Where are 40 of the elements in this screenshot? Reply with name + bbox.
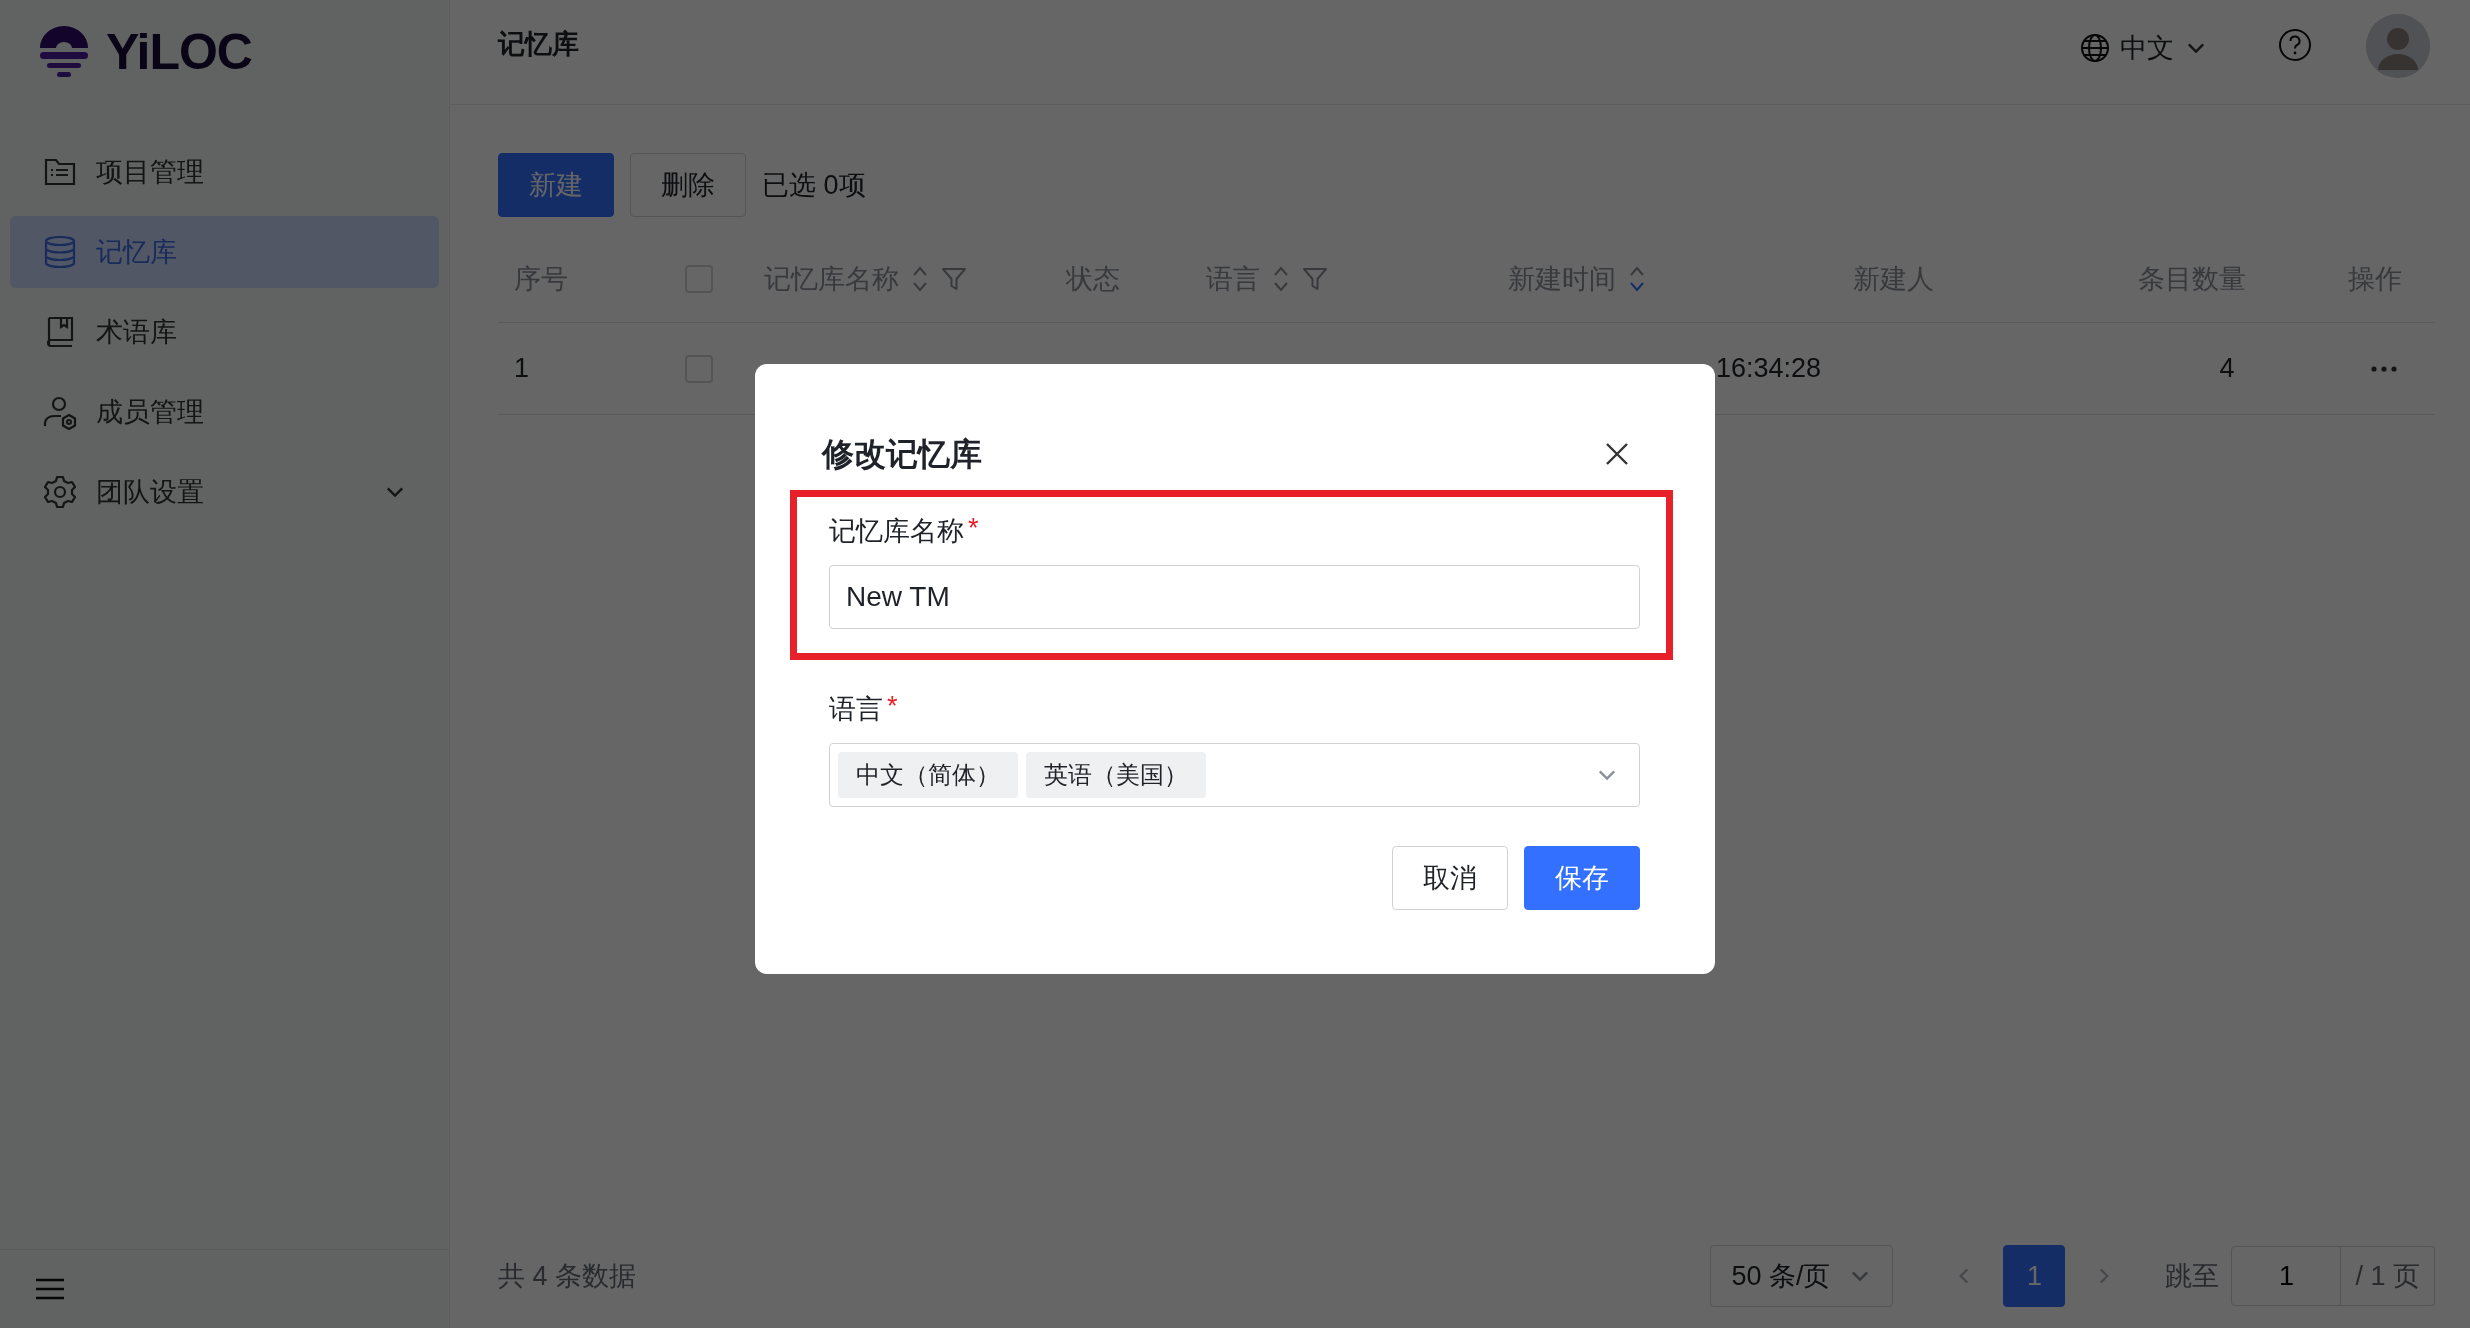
page-title: 记忆库 [498, 28, 580, 61]
selection-count: 已选 0项 [762, 169, 866, 202]
field-label: 记忆库名称 [829, 515, 964, 548]
language-selector[interactable]: 中文 [2080, 30, 2208, 66]
sidebar-item[interactable]: 项目管理 [10, 136, 439, 208]
gear-icon [42, 474, 78, 510]
table-cell: 1 [498, 323, 650, 415]
sidebar-item[interactable]: 团队设置 [10, 456, 439, 528]
dialog-title: 修改记忆库 [822, 435, 983, 474]
page-size-select[interactable]: 50 条/页 [1710, 1245, 1894, 1307]
page-total: / 1 页 [2341, 1246, 2435, 1306]
sidebar-item[interactable]: 成员管理 [10, 376, 439, 448]
cancel-button[interactable]: 取消 [1392, 846, 1508, 910]
sidebar-item[interactable]: 记忆库 [10, 216, 439, 288]
save-button[interactable]: 保存 [1524, 846, 1640, 910]
page-input[interactable]: 1 [2231, 1246, 2342, 1306]
select-field[interactable]: 中文（简体） 英语（美国） [829, 743, 1640, 807]
total-count: 共 4 条数据 [498, 1260, 638, 1293]
tag: 中文（简体） [838, 752, 1018, 798]
filter-icon[interactable] [1302, 265, 1328, 292]
filter-icon[interactable] [941, 265, 967, 292]
logo-icon [38, 24, 90, 80]
page-button[interactable]: 1 [2003, 1245, 2066, 1307]
input-field[interactable]: New TM [829, 565, 1640, 629]
database-icon [42, 234, 78, 270]
jump-label: 跳至 [2165, 1260, 2220, 1293]
required-mark: * [968, 513, 979, 545]
field-label: 语言 [829, 693, 883, 726]
globe-icon [2080, 33, 2110, 63]
primary-button[interactable]: 新建 [498, 153, 614, 217]
more-icon[interactable] [2369, 364, 2398, 373]
tag: 英语（美国） [1026, 752, 1206, 798]
logo-text: YiLOC [106, 23, 252, 81]
required-mark: * [887, 691, 898, 723]
sidebar-item[interactable]: 术语库 [10, 296, 439, 368]
user-settings-icon [42, 394, 78, 430]
menu-icon[interactable] [36, 1278, 64, 1300]
table-cell: 4 [2122, 323, 2332, 415]
action-button[interactable]: 删除 [630, 153, 746, 217]
help-button[interactable] [2278, 28, 2312, 62]
